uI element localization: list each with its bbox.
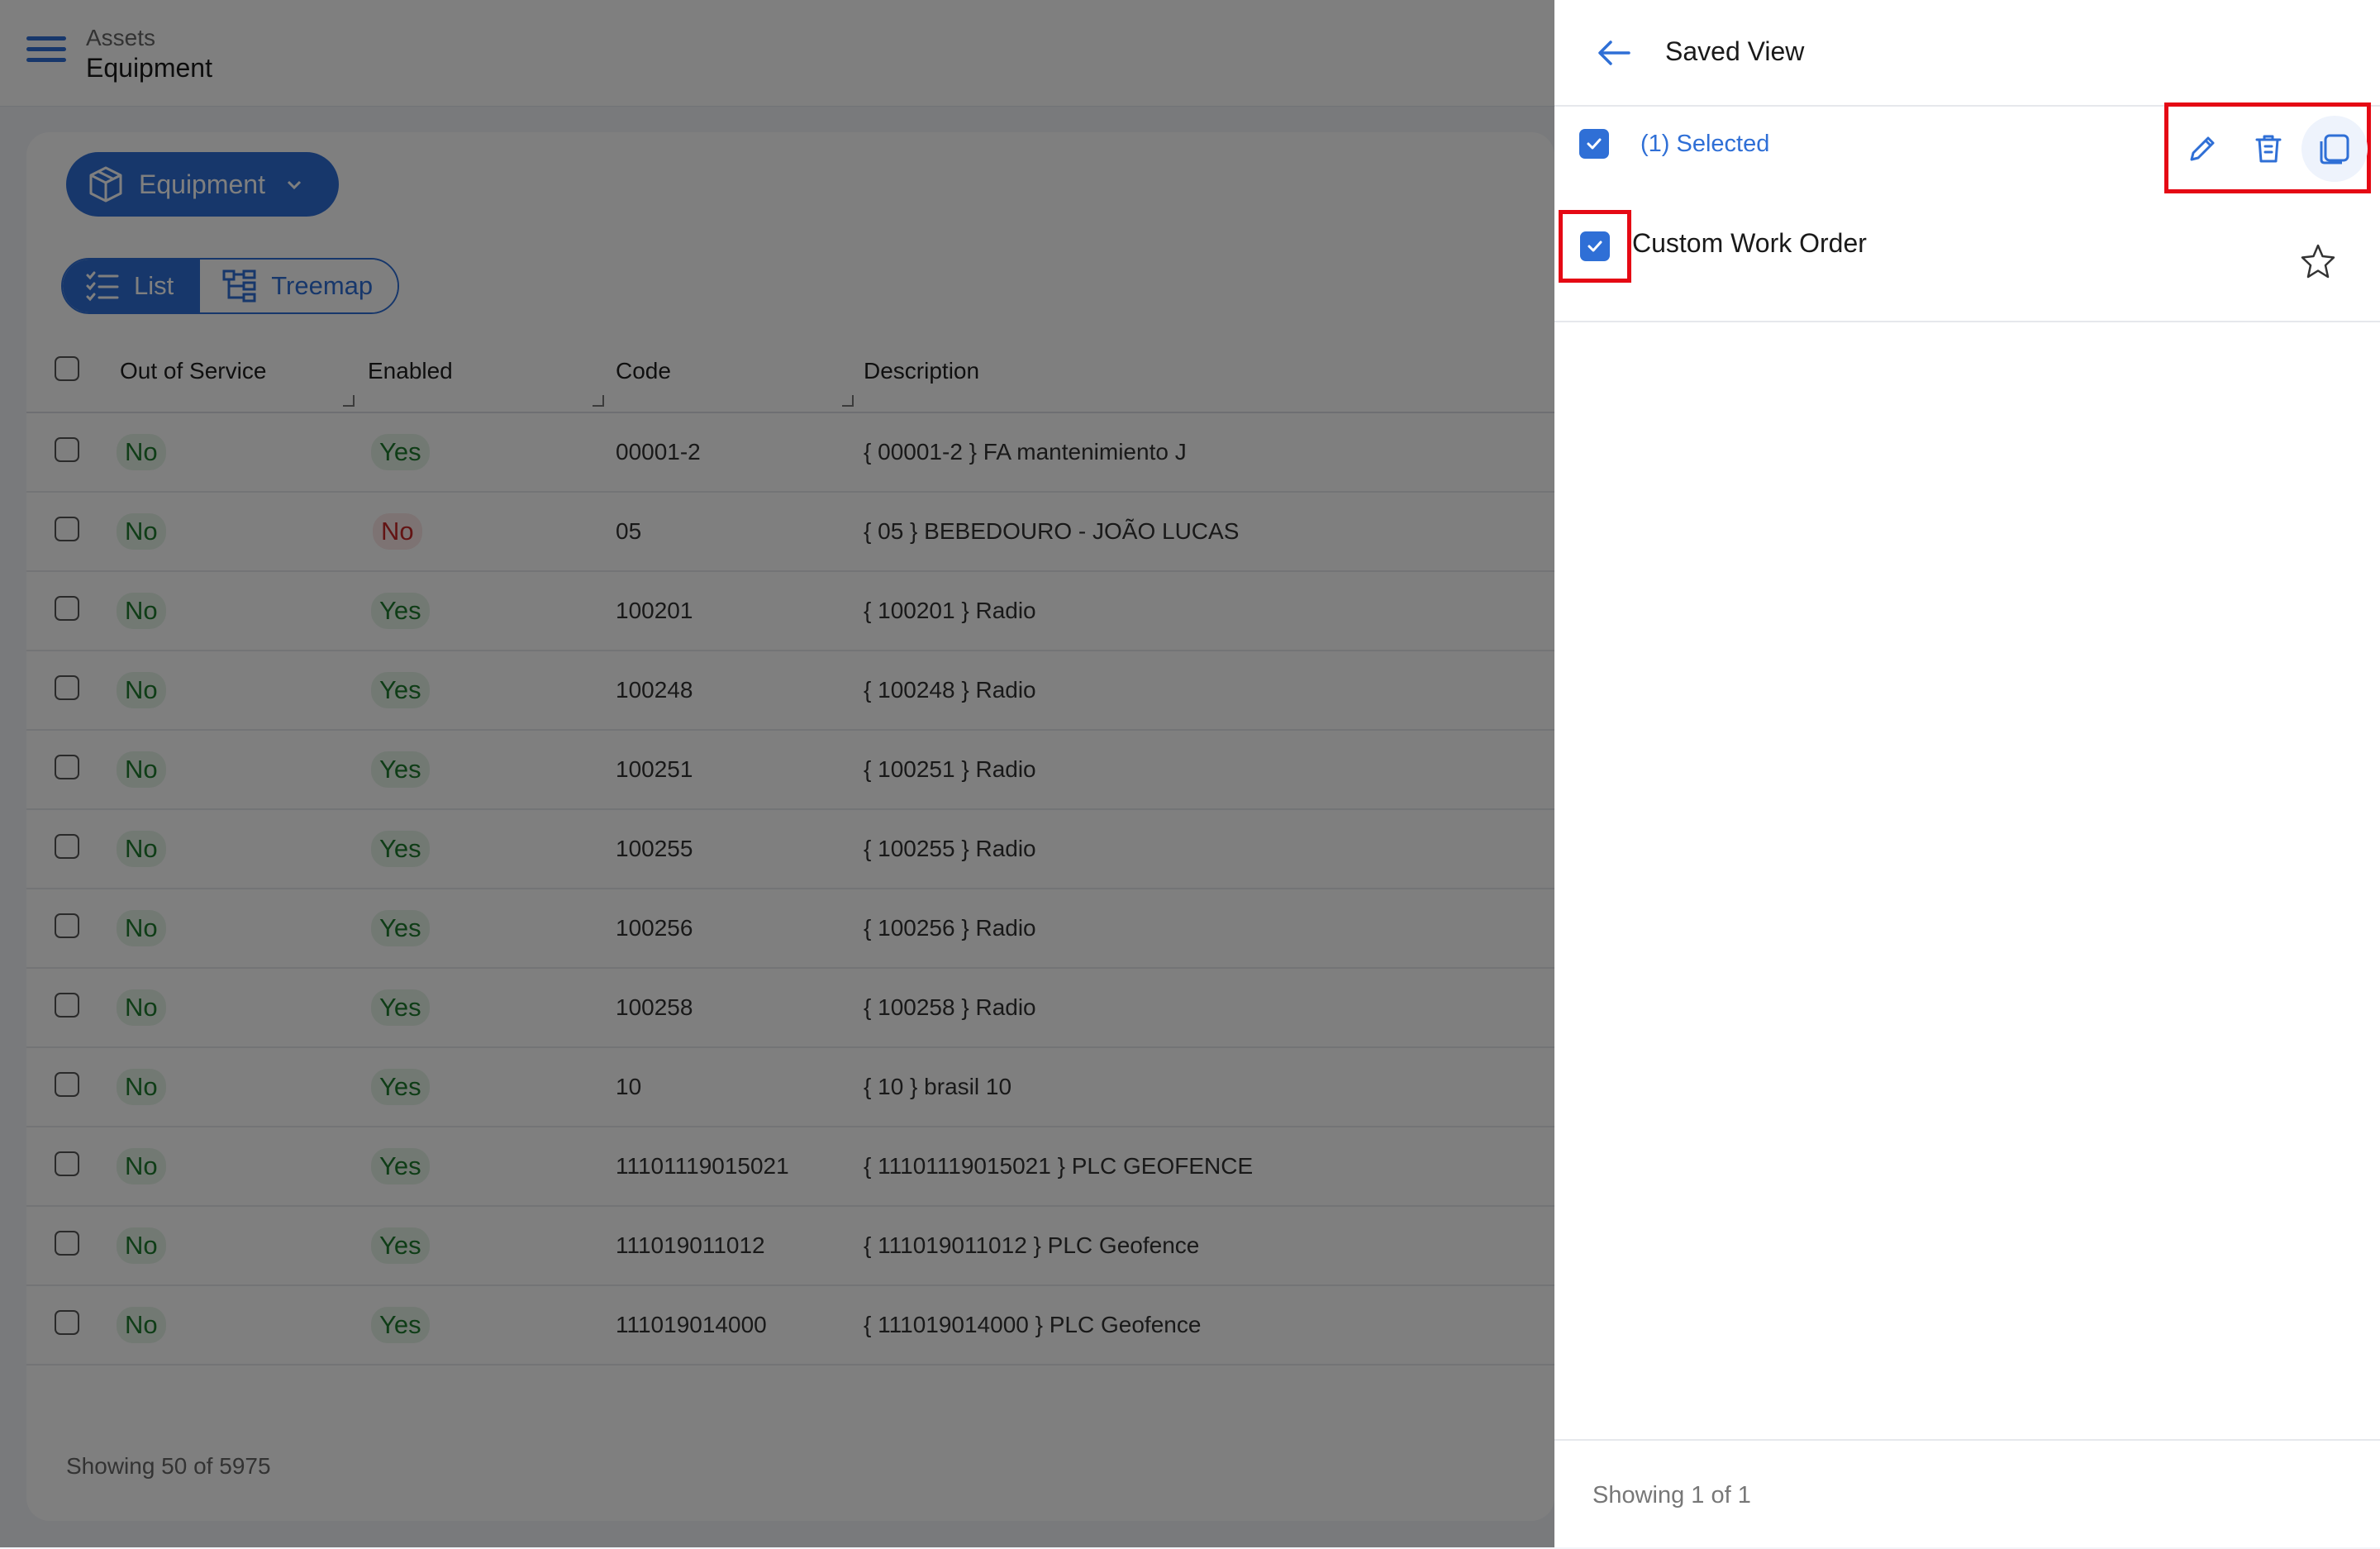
selection-toolbar: (1) Selected bbox=[1554, 102, 2380, 193]
checkmark-icon bbox=[1587, 138, 1602, 150]
checkmark-icon bbox=[1587, 241, 1602, 252]
saved-view-panel: Saved View (1) Selected Custom Work Orde… bbox=[1554, 0, 2380, 1547]
modal-overlay[interactable] bbox=[0, 0, 1554, 1547]
saved-view-list-item[interactable]: Custom Work Order bbox=[1554, 192, 2380, 322]
panel-footer-count: Showing 1 of 1 bbox=[1592, 1482, 1751, 1508]
trash-icon bbox=[2255, 135, 2282, 163]
select-all-checkbox[interactable] bbox=[1579, 129, 1609, 159]
edit-button[interactable] bbox=[2178, 124, 2227, 174]
panel-header: Saved View bbox=[1554, 0, 2380, 107]
duplicate-button[interactable] bbox=[2301, 116, 2368, 182]
delete-button[interactable] bbox=[2244, 124, 2293, 174]
back-arrow-icon[interactable] bbox=[1594, 33, 1634, 73]
item-checkbox[interactable] bbox=[1580, 231, 1610, 261]
copy-icon bbox=[2320, 134, 2349, 164]
pencil-icon bbox=[2190, 136, 2215, 161]
saved-view-name: Custom Work Order bbox=[1632, 228, 1867, 258]
panel-footer: Showing 1 of 1 bbox=[1554, 1439, 2380, 1549]
panel-title: Saved View bbox=[1665, 36, 1805, 66]
selected-count: (1) Selected bbox=[1640, 131, 1770, 157]
star-icon[interactable] bbox=[2298, 241, 2338, 281]
